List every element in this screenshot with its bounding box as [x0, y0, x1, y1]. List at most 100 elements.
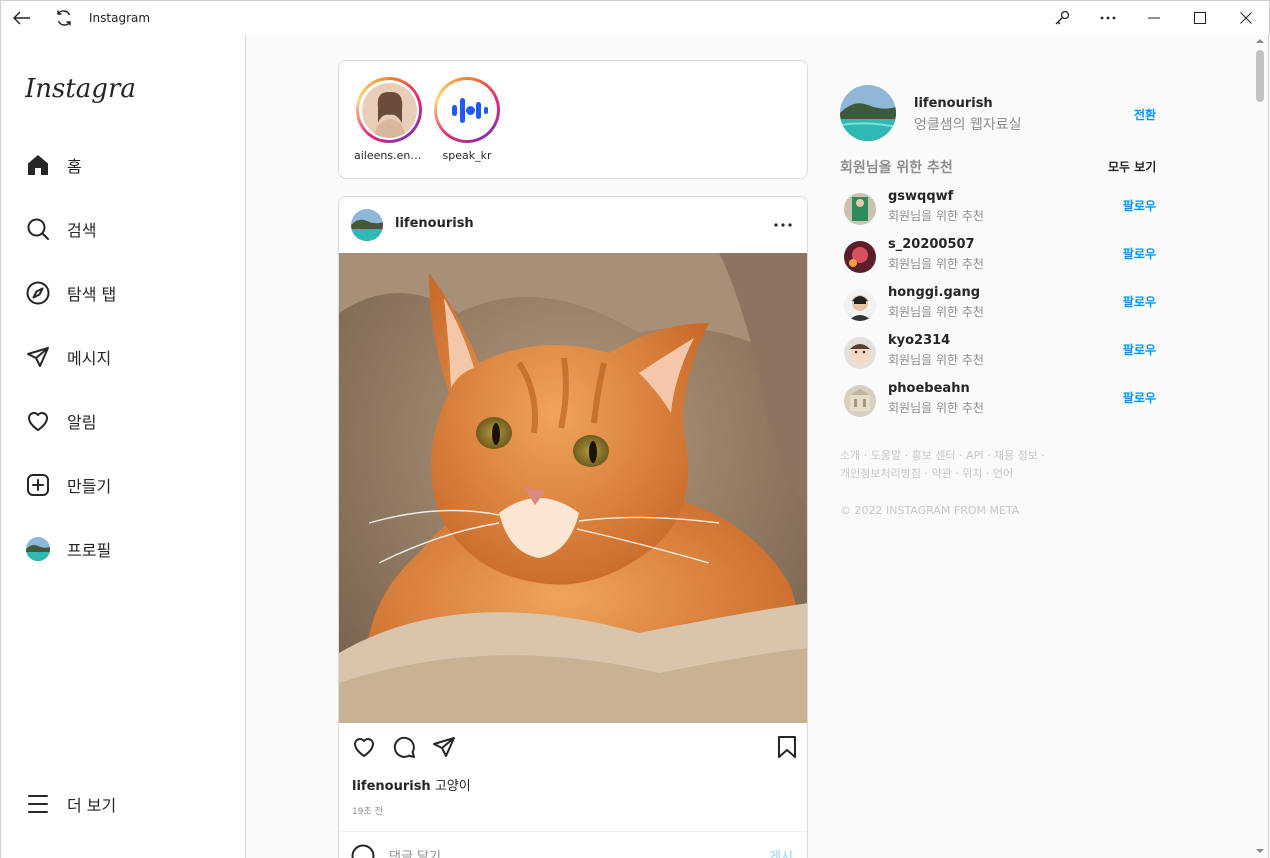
ellipsis-icon	[1100, 16, 1116, 20]
emoji-icon[interactable]	[351, 844, 375, 858]
minimize-button[interactable]	[1131, 3, 1177, 33]
sidebar-item-home[interactable]: 홈	[25, 145, 82, 185]
share-button[interactable]	[430, 733, 458, 761]
story-ring	[356, 77, 422, 143]
app-settings-button[interactable]	[1039, 3, 1085, 33]
more-options-button[interactable]	[1085, 3, 1131, 33]
story-item[interactable]: aileens.enq...	[354, 77, 424, 162]
maximize-button[interactable]	[1177, 3, 1223, 33]
sidebar-item-label: 프로필	[67, 541, 112, 560]
close-button[interactable]	[1223, 3, 1269, 33]
comment-post-button[interactable]: 게시	[769, 846, 793, 858]
stories-tray: aileens.enq... speak_kr	[338, 60, 808, 179]
see-all-button[interactable]: 모두 보기	[1108, 158, 1156, 175]
sidebar-item-label: 메시지	[67, 349, 112, 368]
refresh-button[interactable]	[49, 3, 79, 33]
story-username: speak_kr	[442, 149, 492, 162]
sidebar-item-profile[interactable]: 프로필	[25, 529, 111, 569]
sidebar-item-label: 홈	[67, 157, 82, 176]
post-image[interactable]	[339, 253, 807, 723]
suggestion-item: honggi.gang 회원님을 위한 추천 팔로우	[844, 285, 1160, 325]
maximize-icon	[1194, 12, 1206, 24]
feed-post: lifenourish lifenourish 고양이 19초 전 댓글 달기.…	[338, 196, 808, 858]
current-user-username[interactable]: lifenourish	[914, 96, 993, 111]
sidebar-item-messages[interactable]: 메시지	[25, 337, 111, 377]
comment-button[interactable]	[390, 733, 418, 761]
bookmark-icon	[778, 736, 796, 758]
post-header: lifenourish	[339, 197, 807, 253]
window-titlebar: Instagram	[0, 0, 1270, 34]
instagram-logo[interactable]: Instagram	[25, 70, 135, 106]
sidebar-item-create[interactable]: 만들기	[25, 465, 111, 505]
save-button[interactable]	[773, 733, 801, 761]
post-author-username[interactable]: lifenourish	[395, 216, 474, 231]
send-icon	[25, 344, 51, 370]
suggestion-username[interactable]: gswqqwf	[888, 189, 953, 204]
story-avatar	[439, 82, 495, 138]
home-icon	[25, 152, 51, 178]
follow-button[interactable]: 팔로우	[1123, 245, 1156, 262]
follow-button[interactable]: 팔로우	[1123, 389, 1156, 406]
footer-links-line[interactable]: 개인정보처리방침 · 약관 · 위치 · 언어	[840, 465, 1080, 483]
menu-icon	[25, 791, 51, 817]
suggestion-avatar[interactable]	[844, 289, 876, 321]
suggestion-subtitle: 회원님을 위한 추천	[888, 209, 984, 223]
sidebar-item-notifications[interactable]: 알림	[25, 401, 96, 441]
suggestion-username[interactable]: kyo2314	[888, 333, 950, 348]
current-user-avatar[interactable]	[840, 85, 896, 141]
story-item[interactable]: speak_kr	[432, 77, 502, 162]
scroll-up-icon	[1256, 39, 1264, 43]
suggestion-subtitle: 회원님을 위한 추천	[888, 353, 984, 367]
back-button[interactable]	[7, 3, 37, 33]
minimize-icon	[1148, 17, 1160, 19]
suggestion-item: phoebeahn 회원님을 위한 추천 팔로우	[844, 381, 1160, 421]
current-user-name: 엉클샘의 웹자료실	[914, 117, 1022, 133]
sidebar-item-label: 알림	[67, 413, 97, 432]
follow-button[interactable]: 팔로우	[1123, 341, 1156, 358]
avatar	[25, 536, 51, 562]
arrow-left-icon	[13, 11, 30, 24]
ellipsis-icon	[774, 223, 792, 227]
sidebar-item-label: 더 보기	[67, 796, 117, 815]
comment-input[interactable]: 댓글 달기...	[389, 846, 453, 858]
post-options-button[interactable]	[771, 213, 795, 237]
suggestion-item: gswqqwf 회원님을 위한 추천 팔로우	[844, 189, 1160, 229]
sidebar-item-more[interactable]: 더 보기	[25, 784, 116, 824]
story-avatar	[361, 82, 417, 138]
footer-links-line[interactable]: 소개 · 도움말 · 홍보 센터 · API · 채용 정보 ·	[840, 447, 1080, 465]
svg-text:Instagram: Instagram	[25, 74, 135, 104]
suggestion-item: s_20200507 회원님을 위한 추천 팔로우	[844, 237, 1160, 277]
send-icon	[433, 737, 455, 757]
story-username: aileens.enq...	[354, 149, 424, 162]
caption-username[interactable]: lifenourish	[352, 779, 431, 794]
suggestion-avatar[interactable]	[844, 385, 876, 417]
suggestion-avatar[interactable]	[844, 337, 876, 369]
suggestion-subtitle: 회원님을 위한 추천	[888, 257, 984, 271]
scrollbar[interactable]	[1251, 34, 1269, 858]
sidebar-item-label: 만들기	[67, 477, 112, 496]
suggestion-subtitle: 회원님을 위한 추천	[888, 305, 984, 319]
sidebar-item-search[interactable]: 검색	[25, 209, 96, 249]
follow-button[interactable]: 팔로우	[1123, 197, 1156, 214]
copyright: © 2022 INSTAGRAM FROM META	[840, 504, 1020, 517]
suggestion-avatar[interactable]	[844, 241, 876, 273]
switch-account-button[interactable]: 전환	[1134, 106, 1156, 123]
scroll-thumb[interactable]	[1256, 50, 1264, 102]
search-icon	[25, 216, 51, 242]
scroll-down-icon	[1256, 849, 1264, 853]
close-icon	[1240, 12, 1252, 24]
post-caption: lifenourish 고양이	[352, 775, 471, 794]
suggestion-username[interactable]: phoebeahn	[888, 381, 970, 396]
suggestion-username[interactable]: s_20200507	[888, 237, 975, 252]
post-timestamp: 19초 전	[352, 807, 383, 817]
plus-square-icon	[25, 472, 51, 498]
follow-button[interactable]: 팔로우	[1123, 293, 1156, 310]
suggestion-item: kyo2314 회원님을 위한 추천 팔로우	[844, 333, 1160, 373]
sidebar-item-explore[interactable]: 탐색 탭	[25, 273, 116, 313]
post-author-avatar[interactable]	[351, 209, 383, 241]
suggestion-username[interactable]: honggi.gang	[888, 285, 980, 300]
footer-links: 소개 · 도움말 · 홍보 센터 · API · 채용 정보 · 개인정보처리방…	[840, 447, 1080, 483]
like-button[interactable]	[350, 733, 378, 761]
comment-icon	[393, 736, 415, 758]
suggestion-avatar[interactable]	[844, 193, 876, 225]
